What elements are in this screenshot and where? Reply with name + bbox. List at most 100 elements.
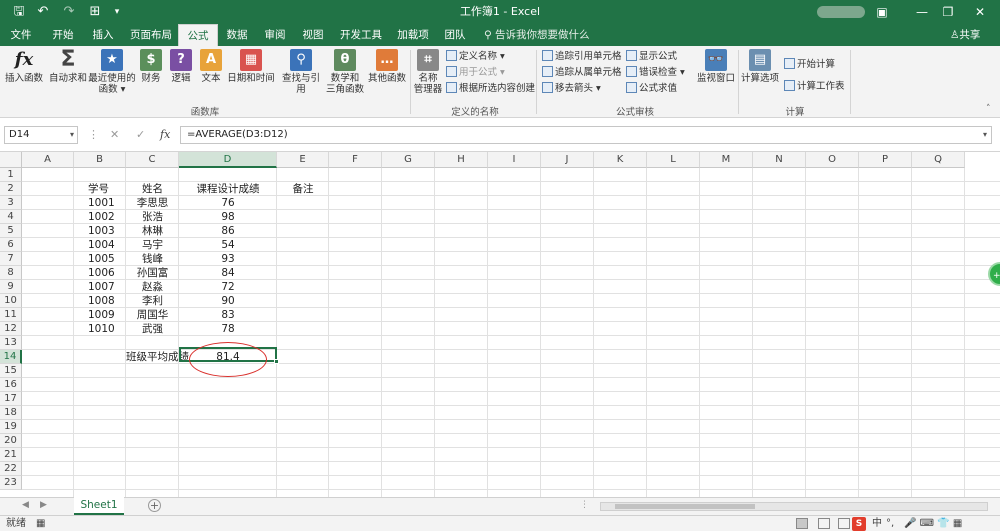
- trace-dependents-button[interactable]: 追踪从属单元格: [542, 66, 622, 80]
- student-id-cell[interactable]: 1005: [74, 252, 126, 266]
- add-sheet-button[interactable]: +: [148, 499, 161, 512]
- row-header-6[interactable]: 6: [0, 238, 22, 252]
- row-header-12[interactable]: 12: [0, 322, 22, 336]
- row-header-16[interactable]: 16: [0, 378, 22, 392]
- tab-insert[interactable]: 插入: [86, 24, 120, 46]
- column-header-c[interactable]: C: [126, 152, 179, 168]
- calc-sheet-button[interactable]: 计算工作表: [784, 80, 845, 94]
- row-header-11[interactable]: 11: [0, 308, 22, 322]
- student-name-cell[interactable]: 赵淼: [126, 280, 179, 294]
- tab-view[interactable]: 视图: [298, 24, 328, 46]
- column-header-b[interactable]: B: [74, 152, 126, 168]
- evaluate-formula-button[interactable]: 公式求值: [626, 82, 677, 96]
- student-score-cell[interactable]: 86: [179, 224, 277, 238]
- close-button[interactable]: ✕: [960, 0, 1000, 24]
- column-header-f[interactable]: F: [329, 152, 382, 168]
- row-header-13[interactable]: 13: [0, 336, 22, 350]
- tab-addins[interactable]: 加载项: [394, 24, 432, 46]
- normal-view-button[interactable]: [796, 518, 808, 529]
- student-id-cell[interactable]: 1010: [74, 322, 126, 336]
- worksheet-grid[interactable]: A B C D E F G H I J K L M N O P Q 1 2 3 4 5 6 7 8 9 10 11 12 13 14 15 16…: [0, 152, 1000, 497]
- header-cell-note[interactable]: 备注: [277, 182, 329, 196]
- collapse-ribbon-icon[interactable]: ˄: [986, 104, 991, 114]
- insert-function-button[interactable]: fx 插入函数: [2, 49, 46, 84]
- student-name-cell[interactable]: 武强: [126, 322, 179, 336]
- name-box[interactable]: D14 ▾: [4, 126, 78, 144]
- student-score-cell[interactable]: 90: [179, 294, 277, 308]
- datetime-button[interactable]: ▦ 日期和时间: [226, 49, 276, 84]
- row-header-18[interactable]: 18: [0, 406, 22, 420]
- share-button[interactable]: ♙共享: [950, 24, 980, 46]
- student-score-cell[interactable]: 93: [179, 252, 277, 266]
- student-name-cell[interactable]: 周国华: [126, 308, 179, 322]
- student-score-cell[interactable]: 84: [179, 266, 277, 280]
- student-name-cell[interactable]: 钱峰: [126, 252, 179, 266]
- page-layout-view-button[interactable]: [818, 518, 830, 529]
- column-header-a[interactable]: A: [22, 152, 74, 168]
- student-id-cell[interactable]: 1006: [74, 266, 126, 280]
- scrollbar-thumb[interactable]: [615, 504, 755, 509]
- create-from-selection-button[interactable]: 根据所选内容创建: [446, 82, 535, 96]
- student-name-cell[interactable]: 李思思: [126, 196, 179, 210]
- column-header-d[interactable]: D: [179, 152, 277, 168]
- student-score-cell[interactable]: 83: [179, 308, 277, 322]
- cancel-icon[interactable]: ✕: [110, 126, 119, 144]
- tray-icons[interactable]: 🎤 ⌨ 👕 ▦: [904, 517, 962, 531]
- row-header-23[interactable]: 23: [0, 476, 22, 490]
- student-id-cell[interactable]: 1001: [74, 196, 126, 210]
- text-functions-button[interactable]: A 文本: [198, 49, 224, 84]
- trace-precedents-button[interactable]: 追踪引用单元格: [542, 50, 622, 64]
- tell-me-box[interactable]: ⚲ 告诉我你想要做什么: [484, 24, 590, 46]
- more-functions-button[interactable]: … 其他函数: [366, 49, 408, 84]
- row-header-19[interactable]: 19: [0, 420, 22, 434]
- formula-input[interactable]: =AVERAGE(D3:D12) ▾: [180, 126, 992, 144]
- student-score-cell[interactable]: 54: [179, 238, 277, 252]
- horizontal-scrollbar[interactable]: [600, 502, 988, 511]
- floating-badge[interactable]: +2: [988, 262, 1000, 286]
- define-name-button[interactable]: 定义名称 ▾: [446, 50, 505, 64]
- column-header-j[interactable]: J: [541, 152, 594, 168]
- row-header-22[interactable]: 22: [0, 462, 22, 476]
- row-header-20[interactable]: 20: [0, 434, 22, 448]
- column-header-n[interactable]: N: [753, 152, 806, 168]
- next-sheet-icon[interactable]: ▶: [40, 500, 47, 510]
- calc-options-button[interactable]: ▤ 计算选项: [740, 49, 780, 84]
- row-header-14[interactable]: 14: [0, 350, 22, 364]
- row-header-1[interactable]: 1: [0, 168, 22, 182]
- student-name-cell[interactable]: 张浩: [126, 210, 179, 224]
- student-score-cell[interactable]: 72: [179, 280, 277, 294]
- use-in-formula-button[interactable]: 用于公式 ▾: [446, 66, 505, 80]
- tab-developer[interactable]: 开发工具: [338, 24, 384, 46]
- student-id-cell[interactable]: 1007: [74, 280, 126, 294]
- column-header-p[interactable]: P: [859, 152, 912, 168]
- row-header-10[interactable]: 10: [0, 294, 22, 308]
- row-header-8[interactable]: 8: [0, 266, 22, 280]
- watch-window-button[interactable]: 👓 监视窗口: [694, 49, 738, 84]
- student-score-cell[interactable]: 78: [179, 322, 277, 336]
- student-name-cell[interactable]: 李利: [126, 294, 179, 308]
- student-id-cell[interactable]: 1008: [74, 294, 126, 308]
- header-cell-id[interactable]: 学号: [74, 182, 126, 196]
- row-header-2[interactable]: 2: [0, 182, 22, 196]
- macro-record-icon[interactable]: ▦: [36, 517, 45, 531]
- ribbon-display-icon[interactable]: ▣: [862, 0, 902, 24]
- tab-file[interactable]: 文件: [6, 24, 36, 46]
- prev-sheet-icon[interactable]: ◀: [22, 500, 29, 510]
- tab-data[interactable]: 数据: [222, 24, 252, 46]
- header-cell-score[interactable]: 课程设计成绩: [179, 182, 277, 196]
- row-header-4[interactable]: 4: [0, 210, 22, 224]
- calc-now-button[interactable]: 开始计算: [784, 58, 835, 72]
- row-header-17[interactable]: 17: [0, 392, 22, 406]
- tab-team[interactable]: 团队: [440, 24, 470, 46]
- tab-formulas[interactable]: 公式: [178, 24, 218, 46]
- student-name-cell[interactable]: 林琳: [126, 224, 179, 238]
- row-header-7[interactable]: 7: [0, 252, 22, 266]
- student-id-cell[interactable]: 1009: [74, 308, 126, 322]
- student-score-cell[interactable]: 98: [179, 210, 277, 224]
- ime-mode[interactable]: 中: [872, 517, 882, 531]
- recent-functions-button[interactable]: ★ 最近使用的 函数 ▾: [88, 49, 136, 95]
- column-header-k[interactable]: K: [594, 152, 647, 168]
- tab-home[interactable]: 开始: [46, 24, 80, 46]
- logical-button[interactable]: ? 逻辑: [168, 49, 194, 84]
- math-button[interactable]: θ 数学和 三角函数: [324, 49, 366, 95]
